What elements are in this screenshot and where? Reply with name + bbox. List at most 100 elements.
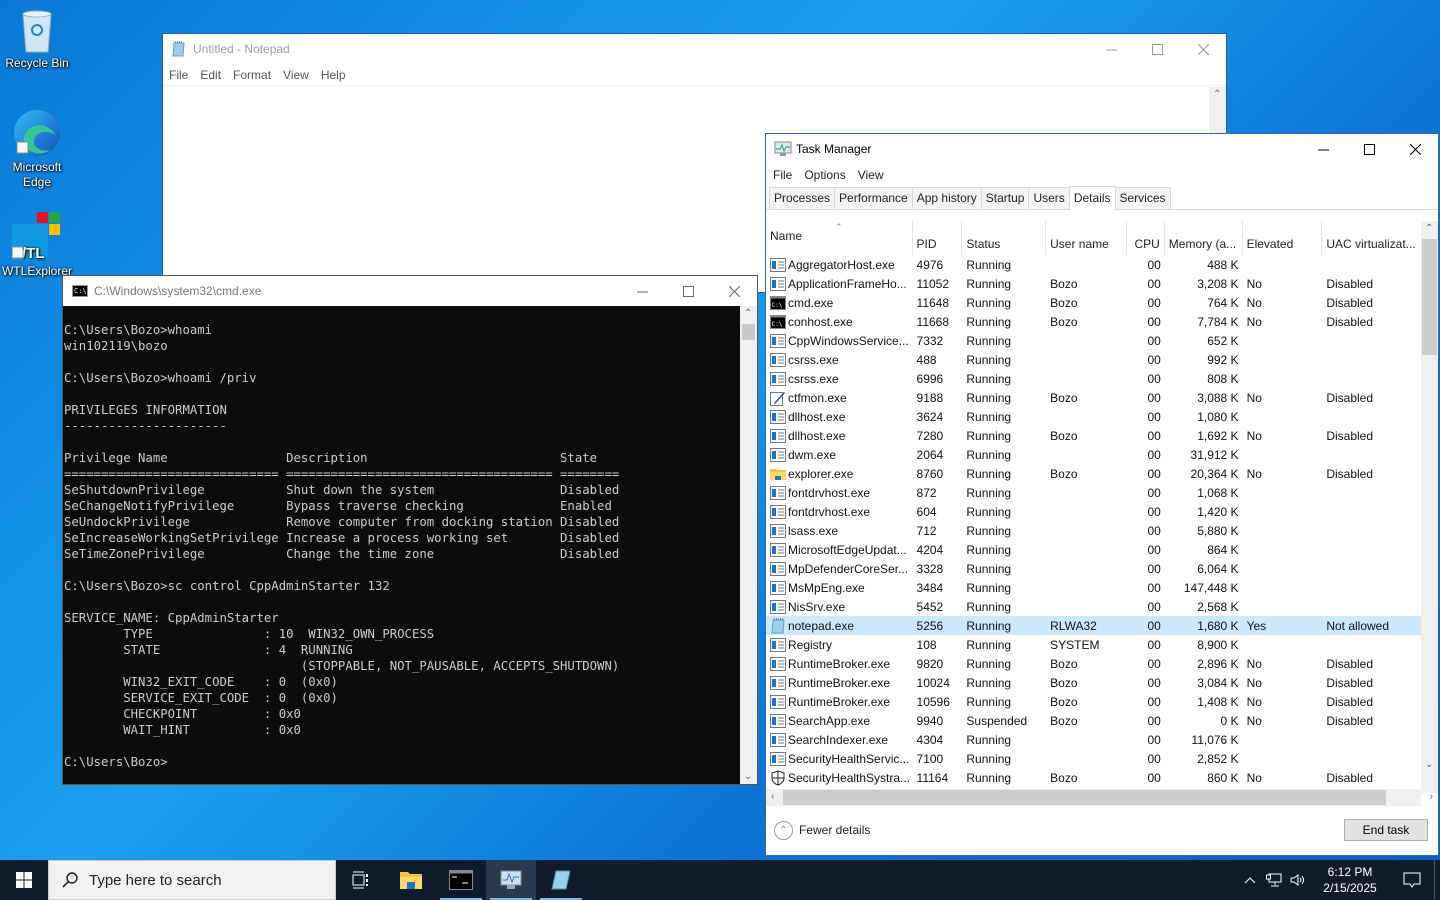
process-row[interactable]: C:\ conhost.exe 11668 Running Bozo 00 7,784 K N… — [766, 312, 1421, 331]
scroll-down-arrow[interactable]: ⌄ — [744, 771, 752, 782]
process-row[interactable]: dwm.exe 2064 Running 00 31,912 K — [766, 445, 1421, 464]
volume-icon[interactable] — [1286, 873, 1310, 887]
taskbar-notepad[interactable] — [536, 860, 586, 900]
menu-view[interactable]: View — [858, 168, 890, 182]
console-output[interactable]: C:\Users\Bozo>whoami win102119\bozo C:\Use… — [63, 306, 740, 784]
action-center-button[interactable] — [1390, 872, 1434, 888]
process-row[interactable]: NisSrv.exe 5452 Running 00 2,568 K — [766, 597, 1421, 616]
column-header-cpu[interactable]: CPU — [1127, 221, 1165, 255]
process-row[interactable]: MicrosoftEdgeUpdat... 4204 Running 00 864 K — [766, 540, 1421, 559]
minimize-button[interactable] — [1088, 34, 1134, 64]
taskmgr-titlebar[interactable]: Task Manager — [766, 134, 1438, 164]
minimize-button[interactable] — [619, 276, 665, 306]
taskbar-command-prompt[interactable] — [436, 860, 486, 900]
menu-help[interactable]: Help — [321, 68, 352, 82]
process-row[interactable]: ApplicationFrameHo... 11052 Running Bozo 00 3… — [766, 274, 1421, 293]
scroll-up-arrow[interactable]: ⌃ — [744, 308, 752, 319]
column-header-status[interactable]: Status — [962, 221, 1047, 255]
scroll-left-arrow[interactable]: ‹ — [771, 791, 774, 802]
tab-users[interactable]: Users — [1028, 187, 1070, 209]
menu-file[interactable]: File — [169, 68, 194, 82]
process-row[interactable]: C:\ cmd.exe 11648 Running Bozo 00 764 K No Disab… — [766, 293, 1421, 312]
menu-file[interactable]: File — [773, 168, 798, 182]
process-row[interactable]: fontdrvhost.exe 604 Running 00 1,420 K — [766, 502, 1421, 521]
column-header-pid[interactable]: PID — [913, 221, 963, 255]
notepad-titlebar[interactable]: Untitled - Notepad — [163, 34, 1226, 64]
cmd-vertical-scrollbar[interactable]: ⌃ ⌄ — [740, 306, 757, 784]
process-row[interactable]: MsMpEng.exe 3484 Running 00 147,448 K — [766, 578, 1421, 597]
tab-startup[interactable]: Startup — [980, 187, 1030, 209]
taskbar-search-box[interactable]: Type here to search — [48, 860, 336, 900]
fewer-details-button[interactable]: ⌃ Fewer details — [774, 820, 870, 840]
process-row[interactable]: SecurityHealthServic... 7100 Running 00 2,85… — [766, 749, 1421, 768]
menu-view[interactable]: View — [283, 68, 315, 82]
maximize-button[interactable] — [1134, 34, 1180, 64]
scroll-thumb[interactable] — [783, 790, 1386, 805]
desktop-icon-wtlexplorer[interactable]: /TL WTLExplorer — [0, 212, 74, 279]
tab-services[interactable]: Services — [1114, 187, 1171, 209]
column-header-memory[interactable]: Memory (a... — [1165, 221, 1243, 255]
process-row[interactable]: ctfmon.exe 9188 Running Bozo 00 3,088 K No Disa… — [766, 388, 1421, 407]
scroll-thumb[interactable] — [1422, 239, 1437, 355]
close-button[interactable] — [711, 276, 757, 306]
task-view-button[interactable] — [336, 860, 386, 900]
taskbar-clock[interactable]: 6:12 PM 2/15/2025 — [1310, 864, 1390, 896]
process-row[interactable]: RuntimeBroker.exe 10596 Running Bozo 00 1,408… — [766, 692, 1421, 711]
menu-options[interactable]: Options — [804, 168, 851, 182]
grid-horizontal-scrollbar[interactable]: ‹ › — [766, 789, 1433, 806]
process-row[interactable]: RuntimeBroker.exe 9820 Running Bozo 00 2,896 … — [766, 654, 1421, 673]
close-button[interactable] — [1392, 134, 1438, 164]
column-header-uac-virtualization[interactable]: UAC virtualizat... — [1322, 221, 1421, 255]
end-task-button[interactable]: End task — [1344, 819, 1428, 841]
show-hidden-icons-button[interactable] — [1238, 876, 1262, 884]
taskbar-file-explorer[interactable] — [386, 860, 436, 900]
task-manager-window[interactable]: Task Manager File Options View Processes… — [765, 133, 1439, 856]
process-row[interactable]: lsass.exe 712 Running 00 5,880 K — [766, 521, 1421, 540]
cpu-cell: 00 — [1147, 371, 1161, 386]
close-button[interactable] — [1180, 34, 1226, 64]
process-row[interactable]: explorer.exe 8760 Running Bozo 00 20,364 K No D… — [766, 464, 1421, 483]
scroll-down-arrow[interactable]: ⌄ — [1425, 759, 1433, 770]
cmd-window[interactable]: C:\ C:\Windows\system32\cmd.exe C:\Users… — [62, 275, 758, 785]
minimize-button[interactable] — [1300, 134, 1346, 164]
process-row[interactable]: CppWindowsService... 7332 Running 00 652 K — [766, 331, 1421, 350]
menu-edit[interactable]: Edit — [200, 68, 227, 82]
process-row[interactable]: dllhost.exe 7280 Running Bozo 00 1,692 K No Dis… — [766, 426, 1421, 445]
column-header-user-name[interactable]: User name — [1046, 221, 1127, 255]
column-header-elevated[interactable]: Elevated — [1243, 221, 1323, 255]
cmd-titlebar[interactable]: C:\ C:\Windows\system32\cmd.exe — [63, 276, 757, 306]
process-row[interactable]: fontdrvhost.exe 872 Running 00 1,068 K — [766, 483, 1421, 502]
process-row[interactable]: SecurityHealthSystra... 11164 Running Bozo 0… — [766, 768, 1421, 787]
process-row[interactable]: RuntimeBroker.exe 10024 Running Bozo 00 3,084… — [766, 673, 1421, 692]
scroll-thumb[interactable] — [742, 324, 755, 340]
taskbar-task-manager[interactable] — [486, 860, 536, 900]
show-desktop-button[interactable] — [1434, 860, 1440, 900]
grid-vertical-scrollbar[interactable]: ⌃ ⌄ — [1421, 221, 1438, 793]
column-header-name[interactable]: ⌃ Name — [766, 221, 913, 255]
desktop-icon-recycle-bin[interactable]: Recycle Bin — [0, 8, 74, 71]
maximize-button[interactable] — [1346, 134, 1392, 164]
tab-processes[interactable]: Processes — [769, 187, 836, 209]
maximize-button[interactable] — [665, 276, 711, 306]
elevated-cell: No — [1246, 770, 1262, 785]
scroll-right-arrow[interactable]: › — [1430, 791, 1433, 802]
menu-format[interactable]: Format — [233, 68, 277, 82]
process-row[interactable]: notepad.exe 5256 Running RLWA32 00 1,680 K Yes… — [766, 616, 1421, 635]
tab-details[interactable]: Details — [1068, 186, 1116, 210]
process-row[interactable]: csrss.exe 6996 Running 00 808 K — [766, 369, 1421, 388]
uac-virtualization-cell: Not allowed — [1326, 618, 1390, 633]
scroll-up-arrow[interactable]: ⌃ — [1425, 223, 1433, 234]
scroll-up-arrow[interactable]: ⌃ — [1213, 89, 1221, 100]
start-button[interactable] — [0, 860, 48, 900]
process-row[interactable]: SearchIndexer.exe 4304 Running 00 11,076 K — [766, 730, 1421, 749]
process-row[interactable]: MpDefenderCoreSer... 3328 Running 00 6,064 K — [766, 559, 1421, 578]
process-row[interactable]: AggregatorHost.exe 4976 Running 00 488 K — [766, 255, 1421, 274]
process-row[interactable]: SearchApp.exe 9940 Suspended Bozo 00 0 K No Dis… — [766, 711, 1421, 730]
tab-performance[interactable]: Performance — [834, 187, 913, 209]
tab-app-history[interactable]: App history — [911, 187, 982, 209]
network-icon[interactable] — [1262, 873, 1286, 887]
desktop-icon-edge[interactable]: Microsoft Edge — [0, 108, 74, 190]
process-row[interactable]: dllhost.exe 3624 Running 00 1,080 K — [766, 407, 1421, 426]
process-row[interactable]: csrss.exe 488 Running 00 992 K — [766, 350, 1421, 369]
process-row[interactable]: Registry 108 Running SYSTEM 00 8,900 K — [766, 635, 1421, 654]
